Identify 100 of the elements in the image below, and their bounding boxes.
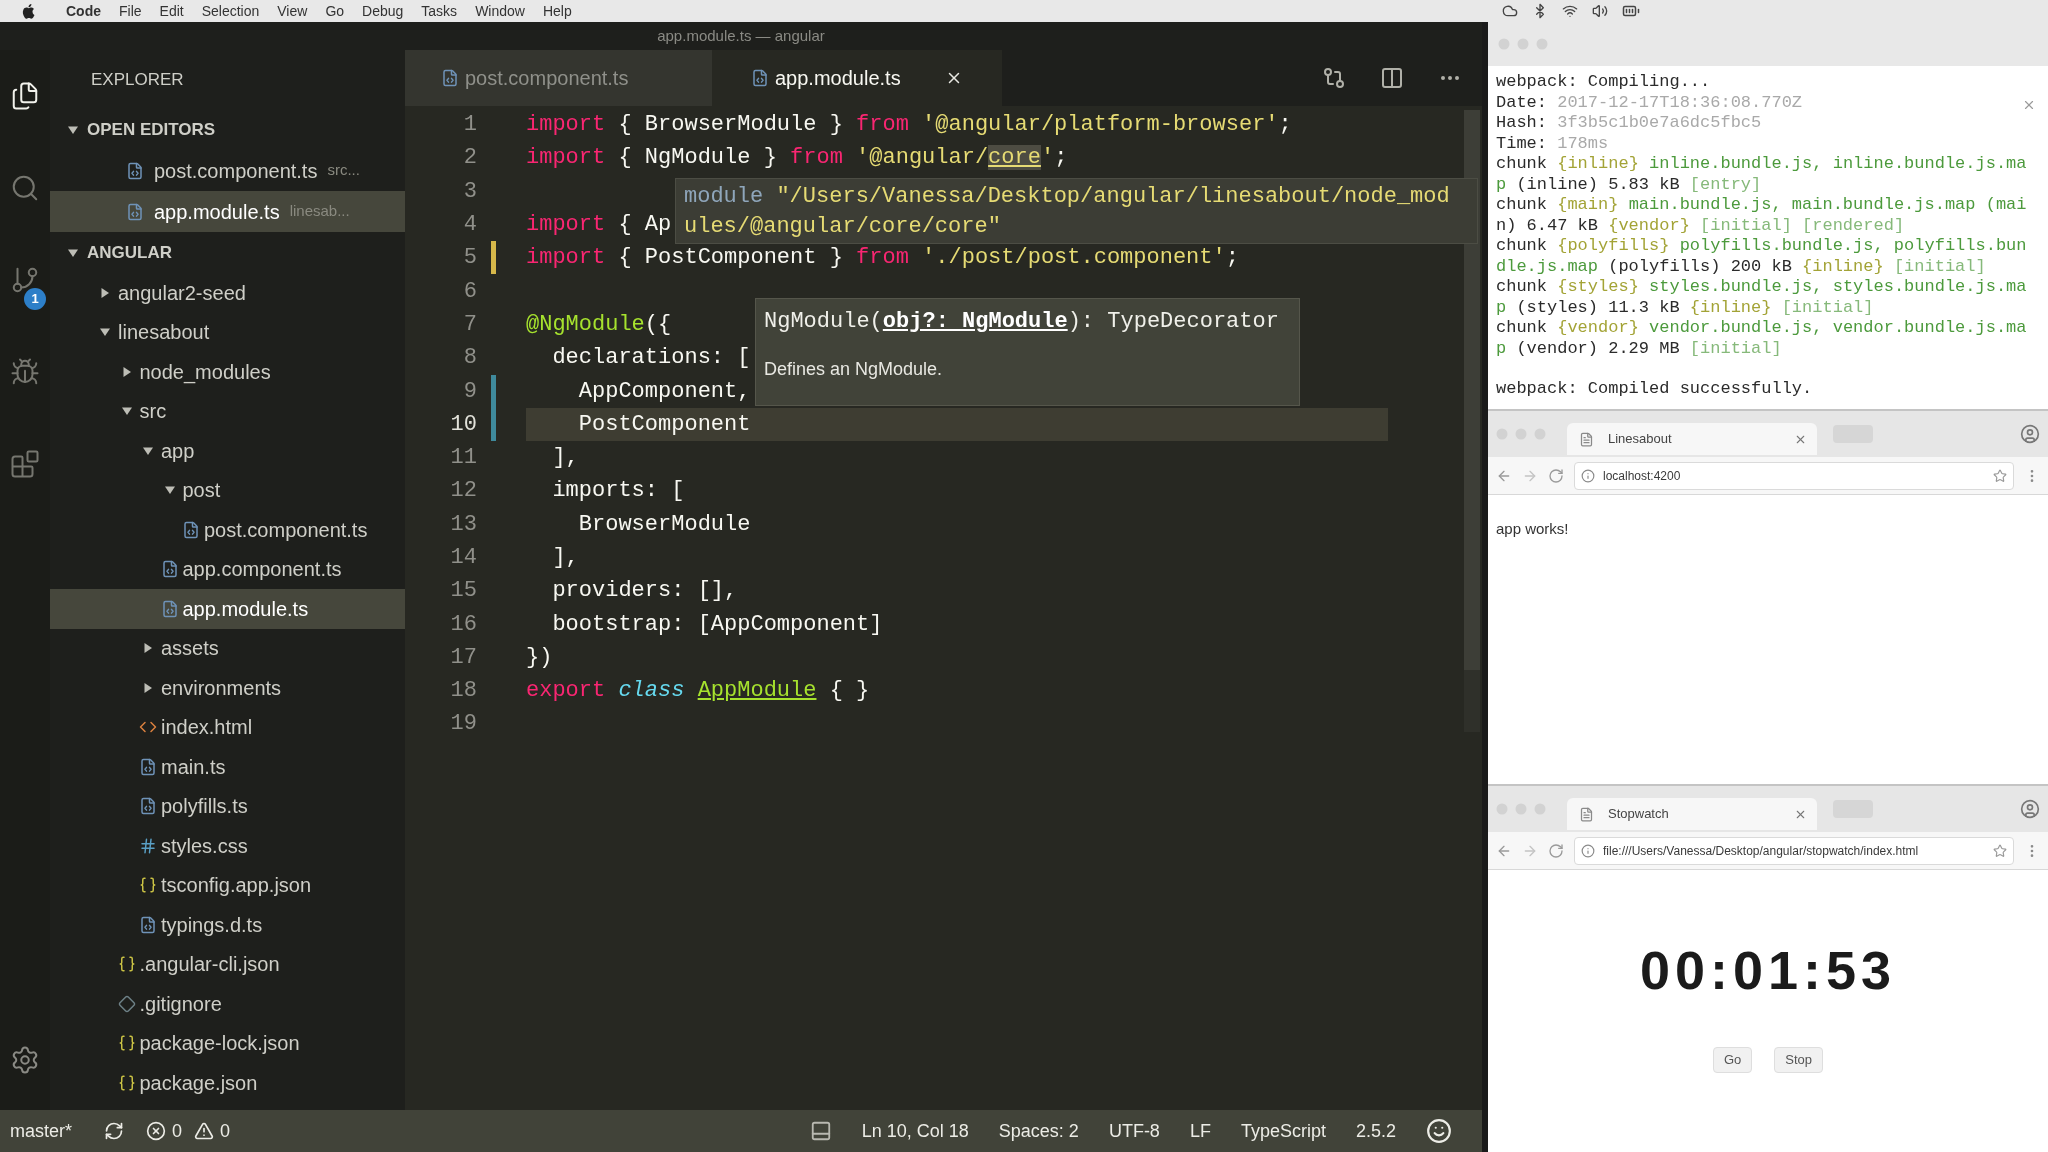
tree-item[interactable]: app.module.ts	[50, 589, 405, 629]
line-number: 8	[462, 344, 477, 373]
panel-icon[interactable]	[809, 1120, 832, 1142]
files-icon[interactable]	[10, 81, 40, 111]
volume-icon[interactable]	[1592, 3, 1608, 19]
tree-item[interactable]: app	[50, 431, 405, 471]
code-file-icon	[160, 560, 179, 579]
terminal-line: p (styles) 11.3 kB {inline} [initial]	[1496, 297, 1874, 318]
terminal-line: p (inline) 5.83 kB [entry]	[1496, 174, 1762, 195]
menu-item[interactable]: File	[119, 0, 142, 22]
smiley-icon[interactable]	[1426, 1118, 1452, 1144]
terminal-line: Date: 2017-12-17T18:36:08.770Z	[1496, 92, 1803, 113]
tree-item[interactable]: polyfills.ts	[50, 786, 405, 826]
tree-item[interactable]: package.json	[50, 1063, 405, 1103]
profile-icon[interactable]	[2020, 799, 2040, 819]
tree-item[interactable]: linesabout	[50, 312, 405, 352]
error-count[interactable]: 0	[172, 1117, 183, 1145]
info-icon	[1581, 843, 1595, 858]
tree-item[interactable]: app.component.ts	[50, 549, 405, 589]
compare-icon[interactable]	[1322, 66, 1346, 90]
warning-icon[interactable]	[194, 1121, 215, 1141]
tree-item[interactable]: assets	[50, 628, 405, 668]
menu-item[interactable]: Tasks	[421, 0, 458, 22]
tree-item[interactable]: .gitignore	[50, 984, 405, 1024]
code-line: AppComponent,	[577, 377, 751, 406]
settings-icon[interactable]	[10, 1045, 40, 1075]
profile-icon[interactable]	[2020, 424, 2040, 444]
warning-count[interactable]: 0	[220, 1117, 231, 1145]
reload-icon[interactable]	[1548, 467, 1564, 484]
terminal-line: chunk {vendor} vendor.bundle.js, vendor.bundle.js.ma	[1496, 318, 2027, 339]
url-field[interactable]: file:///Users/Vanessa/Desktop/angular/stopwatch/index.html	[1574, 836, 2014, 865]
terminal-line: webpack: Compiled successfully.	[1496, 379, 1813, 400]
timer-button[interactable]: Go	[1712, 1047, 1753, 1073]
cursor-position[interactable]: Ln 10, Col 18	[861, 1117, 969, 1145]
branch-icon[interactable]	[10, 265, 40, 295]
timer-button[interactable]: Stop	[1774, 1047, 1824, 1073]
open-editor-item[interactable]: post.component.ts src...	[50, 150, 405, 191]
tree-item[interactable]: src	[50, 391, 405, 431]
menu-item[interactable]: Go	[325, 0, 345, 22]
tree-item[interactable]: styles.css	[50, 826, 405, 866]
scrollbar-thumb[interactable]	[1464, 110, 1480, 670]
tree-item[interactable]: index.html	[50, 707, 405, 747]
browser-tab[interactable]: Stopwatch	[1567, 798, 1817, 830]
split-editor-icon[interactable]	[1380, 66, 1404, 90]
language-mode[interactable]: TypeScript	[1240, 1117, 1326, 1145]
signature-text: NgModule(obj?: NgModule): TypeDecorator	[764, 307, 1279, 336]
code-file-icon	[139, 757, 157, 776]
code-line: })	[526, 643, 553, 672]
branch-name[interactable]: master*	[10, 1117, 72, 1145]
encoding[interactable]: UTF-8	[1108, 1117, 1160, 1145]
tree-item[interactable]: post.component.ts	[50, 510, 405, 550]
menu-item[interactable]: Selection	[201, 0, 260, 22]
open-editor-item[interactable]: app.module.ts linesab...	[50, 191, 405, 232]
tree-item[interactable]: angular2-seed	[50, 273, 405, 313]
blocks-icon[interactable]	[10, 449, 40, 479]
code-line: imports: [	[551, 477, 685, 506]
indentation[interactable]: Spaces: 2	[998, 1117, 1079, 1145]
line-number: 13	[449, 510, 477, 539]
version-label[interactable]: 2.5.2	[1355, 1117, 1396, 1145]
tree-item[interactable]: environments	[50, 668, 405, 708]
browser-tab[interactable]: Linesabout	[1567, 423, 1817, 455]
terminal-line: n) 6.47 kB {vendor} [initial] [rendered]	[1496, 215, 1905, 236]
section-header[interactable]: ANGULAR	[50, 232, 405, 273]
star-icon[interactable]	[1993, 468, 2007, 483]
menu-item[interactable]: Debug	[362, 0, 404, 22]
code-line: ],	[551, 544, 579, 572]
code-file-icon	[139, 797, 157, 816]
terminal-line: chunk {main} main.bundle.js, main.bundle.js.map (mai	[1496, 195, 2027, 216]
search-icon[interactable]	[10, 173, 40, 203]
menu-item[interactable]: Help	[542, 0, 572, 22]
bug-icon[interactable]	[10, 357, 40, 387]
braces-icon	[117, 1073, 136, 1092]
menu-item[interactable]: Code	[66, 0, 101, 22]
tree-item[interactable]: node_modules	[50, 352, 405, 392]
star-icon[interactable]	[1993, 843, 2007, 858]
apple-icon[interactable]	[22, 3, 35, 19]
tree-item[interactable]: typings.d.ts	[50, 905, 405, 945]
tree-item[interactable]: package-lock.json	[50, 1023, 405, 1063]
code-line: @NgModule({	[526, 310, 672, 339]
error-icon[interactable]	[146, 1121, 166, 1141]
tree-item[interactable]: main.ts	[50, 747, 405, 787]
braces-icon	[117, 955, 136, 974]
wifi-icon[interactable]	[1562, 3, 1578, 19]
url-field[interactable]: localhost:4200	[1574, 461, 2014, 490]
editor-tab[interactable]: post.component.ts	[405, 50, 712, 106]
code-line: BrowserModule	[577, 510, 751, 539]
sync-icon[interactable]	[104, 1121, 124, 1141]
menu-item[interactable]: Window	[475, 0, 525, 22]
reload-icon[interactable]	[1548, 842, 1564, 859]
cloud-icon[interactable]	[1502, 3, 1518, 19]
terminal-line: Time: 178ms	[1496, 133, 1609, 154]
tree-item[interactable]: tsconfig.app.json	[50, 865, 405, 905]
tree-item[interactable]: post	[50, 470, 405, 510]
line-ending[interactable]: LF	[1189, 1117, 1211, 1145]
menu-item[interactable]: View	[277, 0, 308, 22]
code-line: PostComponent	[577, 410, 751, 439]
section-header[interactable]: OPEN EDITORS	[50, 109, 405, 150]
editor-tab[interactable]: app.module.ts	[712, 50, 1002, 106]
menu-item[interactable]: Edit	[159, 0, 184, 22]
tree-item[interactable]: .angular-cli.json	[50, 944, 405, 984]
